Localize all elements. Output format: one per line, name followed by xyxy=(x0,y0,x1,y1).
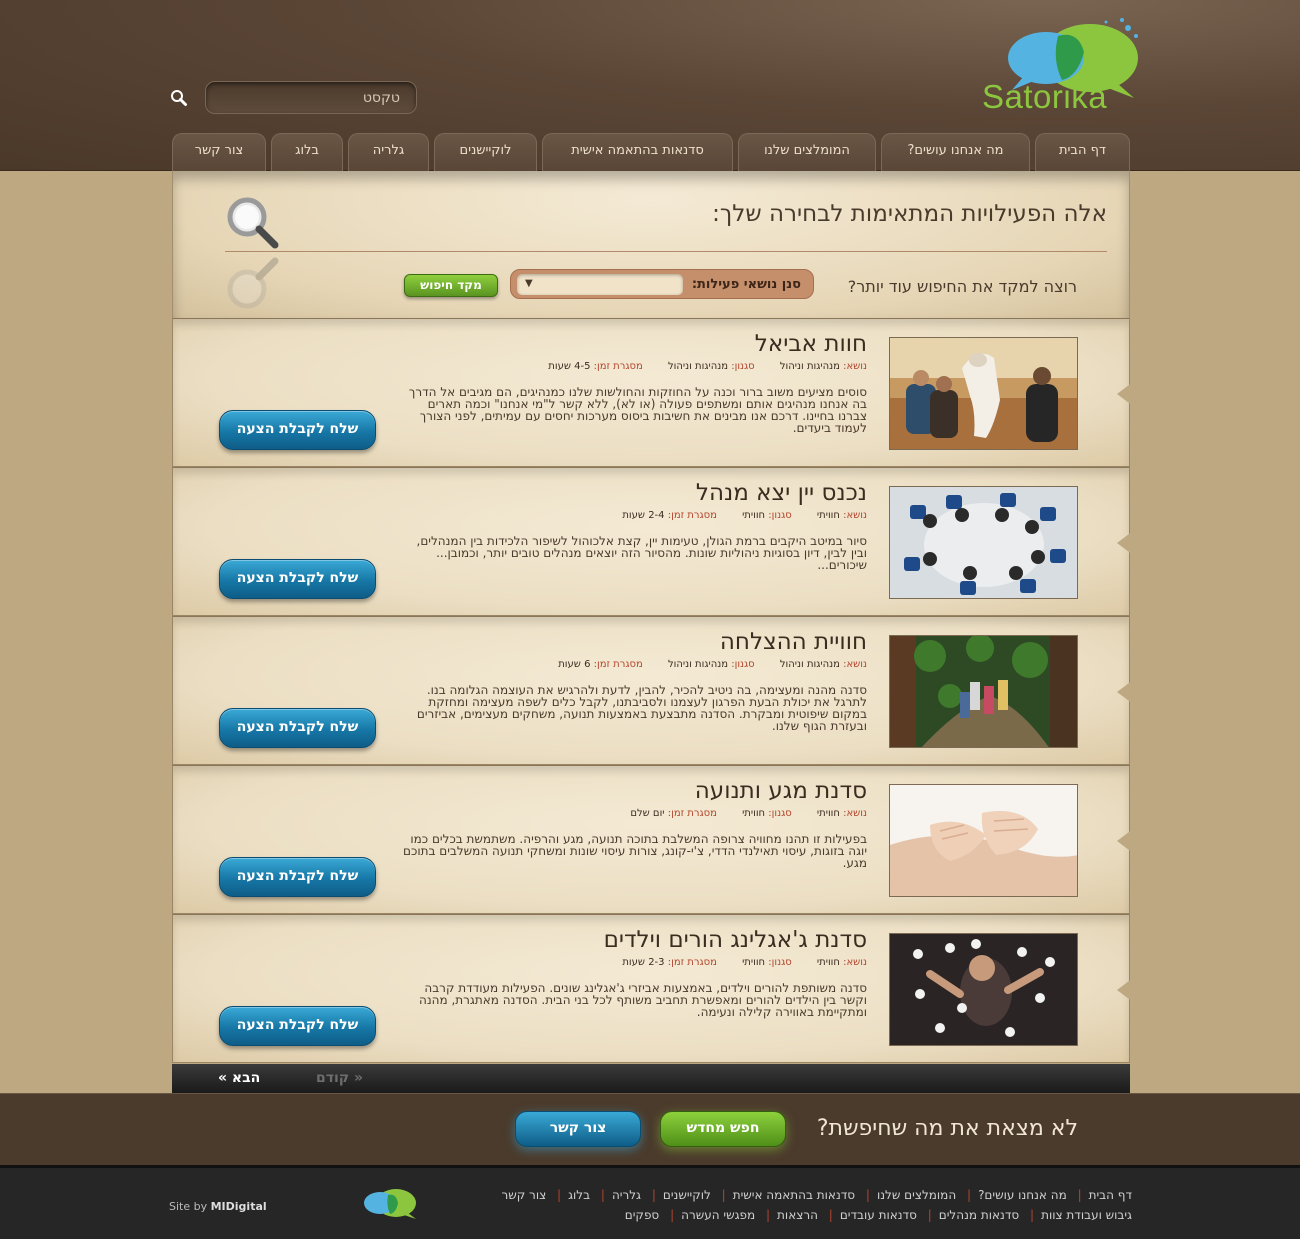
filter-label: סנן נושאי פעילות: xyxy=(691,277,801,292)
activity-description: בפעילות זו תהנו מחוויה צרופה המשלבת בתוכ… xyxy=(403,832,867,870)
chevron-down-icon: ▼ xyxy=(525,278,533,289)
results-title: אלה הפעילויות המתאימות לבחירה שלך: xyxy=(712,201,1107,227)
send-quote-button[interactable]: שלח לקבלת הצעה xyxy=(219,410,376,450)
activity-description: סיור במיטב היקבים ברמת הגולן, טעימות יין… xyxy=(416,534,868,572)
send-quote-button[interactable]: שלח לקבלת הצעה xyxy=(219,559,376,599)
activity-item: נכנס יין יצא מנהל נושא: חוויתי סגנון: חו… xyxy=(172,467,1133,616)
nav-gallery[interactable]: גלריה xyxy=(348,133,429,171)
notch xyxy=(1117,531,1133,555)
search-results-panel: אלה הפעילויות המתאימות לבחירה שלך: רוצה … xyxy=(172,171,1130,319)
not-found-strip: לא מצאת את מה שחיפשת? חפש מחדש צור קשר xyxy=(0,1093,1300,1165)
activity-title[interactable]: נכנס יין יצא מנהל xyxy=(696,480,867,506)
footer-link[interactable]: דף הבית xyxy=(1089,1188,1132,1202)
notch xyxy=(1117,382,1133,406)
site-footer: דף הבית| מה אנחנו עושים?| המומלצים שלנו|… xyxy=(0,1165,1300,1239)
footer-nav-secondary: גיבוש ועבודת צוות| סדנאות מנהלים| סדנאות… xyxy=(624,1208,1132,1222)
footer-nav-primary: דף הבית| מה אנחנו עושים?| המומלצים שלנו|… xyxy=(501,1188,1132,1202)
footer-link[interactable]: המומלצים שלנו xyxy=(877,1188,956,1202)
footer-logo[interactable] xyxy=(360,1187,418,1221)
site-header: Satorika דף הבית מה אנחנו עושים? המומלצי… xyxy=(0,0,1300,171)
site-credit[interactable]: Site by MIDigital xyxy=(169,1200,267,1213)
activity-item: סדנת מגע ותנועה נושא: חוויתי סגנון: חווי… xyxy=(172,765,1133,914)
pagination: הבא » « קודם xyxy=(172,1064,1130,1093)
send-quote-button[interactable]: שלח לקבלת הצעה xyxy=(219,857,376,897)
activity-image[interactable] xyxy=(889,635,1078,748)
footer-link[interactable]: סדנאות מנהלים xyxy=(939,1208,1019,1222)
magnifier-icon xyxy=(227,197,279,309)
activity-image[interactable] xyxy=(889,933,1078,1046)
not-found-question: לא מצאת את מה שחיפשת? xyxy=(816,1116,1078,1141)
activity-meta: נושא: חוויתי סגנון: חוויתי מסגרת זמן: יו… xyxy=(630,808,867,819)
send-quote-button[interactable]: שלח לקבלת הצעה xyxy=(219,1006,376,1046)
focus-search-button[interactable]: מקד חיפוש xyxy=(404,274,498,297)
footer-link[interactable]: סדנאות עובדים xyxy=(840,1208,917,1222)
activity-meta: נושא: חוויתי סגנון: חוויתי מסגרת זמן: 2-… xyxy=(622,957,867,968)
nav-custom-workshops[interactable]: סדנאות בהתאמה אישית xyxy=(542,133,733,171)
activity-title[interactable]: סדנת ג'אגלינג הורים וילדים xyxy=(604,927,867,953)
search-icon[interactable] xyxy=(170,89,188,107)
activity-image[interactable] xyxy=(889,486,1078,599)
search-again-button[interactable]: חפש מחדש xyxy=(660,1111,786,1147)
footer-link[interactable]: לוקיישנים xyxy=(663,1188,711,1202)
footer-link[interactable]: גיבוש ועבודת צוות xyxy=(1041,1208,1132,1222)
divider xyxy=(225,251,1107,252)
footer-link[interactable]: סדנאות בהתאמה אישית xyxy=(733,1188,855,1202)
footer-link[interactable]: הרצאות xyxy=(777,1208,818,1222)
topic-select[interactable]: ▼ xyxy=(517,274,683,295)
activity-item: חוות אביאל נושא: מנהיגות וניהול סגנון: מ… xyxy=(172,318,1133,467)
topic-filter: סנן נושאי פעילות: ▼ xyxy=(510,269,814,299)
contact-button[interactable]: צור קשר xyxy=(515,1111,641,1147)
activity-item: חוויית ההצלחה נושא: מנהיגות וניהול סגנון… xyxy=(172,616,1133,765)
nav-what-we-do[interactable]: מה אנחנו עושים? xyxy=(881,133,1030,171)
main-nav: דף הבית מה אנחנו עושים? המומלצים שלנו סד… xyxy=(0,133,1300,171)
notch xyxy=(1117,829,1133,853)
notch xyxy=(1117,978,1133,1002)
nav-recommended[interactable]: המומלצים שלנו xyxy=(738,133,876,171)
nav-home[interactable]: דף הבית xyxy=(1035,133,1130,171)
notch xyxy=(1117,680,1133,704)
search-field[interactable] xyxy=(205,81,417,114)
activity-description: סדנה מהנה ומעצימה, בה ניטיב להכיר, להבין… xyxy=(416,683,867,733)
activity-description: סוסים מציעים משוב ברור וכנה על החוזקות ו… xyxy=(408,385,867,435)
footer-link[interactable]: מה אנחנו עושים? xyxy=(978,1188,1067,1202)
activity-meta: נושא: מנהיגות וניהול סגנון: מנהיגות וניה… xyxy=(548,361,867,372)
activity-title[interactable]: חוות אביאל xyxy=(755,331,867,357)
activity-description: סדנה משותפת להורים וילדים, באמצעות אביזר… xyxy=(419,981,867,1019)
nav-blog[interactable]: בלוג xyxy=(271,133,343,171)
activity-image[interactable] xyxy=(889,784,1078,897)
footer-link[interactable]: ספקים xyxy=(625,1208,659,1222)
footer-link[interactable]: בלוג xyxy=(568,1188,590,1202)
logo-text: Satorika xyxy=(982,78,1108,115)
activity-title[interactable]: חוויית ההצלחה xyxy=(720,629,867,655)
nav-contact[interactable]: צור קשר xyxy=(172,133,266,171)
footer-link[interactable]: מפגשי העשרה xyxy=(681,1208,755,1222)
activity-meta: נושא: חוויתי סגנון: חוויתי מסגרת זמן: 2-… xyxy=(622,510,867,521)
footer-link[interactable]: צור קשר xyxy=(501,1188,546,1202)
nav-locations[interactable]: לוקיישנים xyxy=(434,133,537,171)
activity-meta: נושא: מנהיגות וניהול סגנון: מנהיגות וניה… xyxy=(558,659,867,670)
search-input[interactable] xyxy=(206,82,416,113)
activity-item: סדנת ג'אגלינג הורים וילדים נושא: חוויתי … xyxy=(172,914,1133,1063)
footer-link[interactable]: גלריה xyxy=(612,1188,641,1202)
activity-image[interactable] xyxy=(889,337,1078,450)
next-page-link[interactable]: הבא » xyxy=(218,1070,260,1086)
send-quote-button[interactable]: שלח לקבלת הצעה xyxy=(219,708,376,748)
refine-label: רוצה למקד את החיפוש עוד יותר? xyxy=(847,277,1077,296)
activity-title[interactable]: סדנת מגע ותנועה xyxy=(695,778,867,804)
activity-list: חוות אביאל נושא: מנהיגות וניהול סגנון: מ… xyxy=(172,318,1133,1063)
prev-page-link[interactable]: « קודם xyxy=(316,1070,363,1086)
